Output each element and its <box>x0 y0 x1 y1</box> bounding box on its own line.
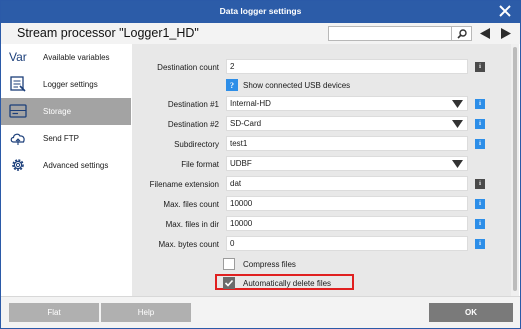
sidebar-item-label: Available variables <box>43 53 110 62</box>
max-files-in-dir-field[interactable]: 10000 <box>226 216 468 231</box>
destination2-select[interactable]: SD-Card <box>226 116 468 131</box>
close-icon[interactable] <box>497 3 513 19</box>
file-format-select[interactable]: UDBF <box>226 156 468 171</box>
chevron-down-icon <box>452 120 463 128</box>
filename-extension-field[interactable]: dat <box>226 176 468 191</box>
max-bytes-count-label: Max. bytes count <box>158 240 219 249</box>
info-icon[interactable]: i <box>475 139 485 149</box>
window-title: Data logger settings <box>219 6 302 16</box>
sidebar: Var Available variables Logger settings … <box>1 44 131 296</box>
info-icon[interactable]: i <box>475 219 485 229</box>
help-icon[interactable]: ? <box>226 79 238 91</box>
subdirectory-label: Subdirectory <box>174 140 219 149</box>
settings-window: Data logger settings Stream processor "L… <box>0 0 521 329</box>
help-button[interactable]: Help <box>101 303 191 322</box>
cloud-upload-icon <box>10 133 25 145</box>
info-icon[interactable]: i <box>475 119 485 129</box>
chevron-down-icon <box>452 160 463 168</box>
sidebar-item-send-ftp[interactable]: Send FTP <box>1 125 131 152</box>
sidebar-item-label: Send FTP <box>43 134 80 143</box>
processor-title: Stream processor "Logger1_HD" <box>17 26 199 40</box>
logger-settings-icon <box>10 76 26 92</box>
max-bytes-count-field[interactable]: 0 <box>226 236 468 251</box>
destination1-value: Internal-HD <box>230 99 271 108</box>
vertical-scrollbar[interactable] <box>511 44 519 296</box>
checkmark-icon <box>224 279 234 287</box>
title-bar: Data logger settings <box>1 1 520 23</box>
sidebar-item-storage[interactable]: Storage <box>1 98 131 125</box>
search-icon <box>457 28 467 39</box>
destination2-label: Destination #2 <box>167 120 219 129</box>
file-format-label: File format <box>181 160 219 169</box>
destination1-label: Destination #1 <box>167 100 219 109</box>
scrollbar-thumb[interactable] <box>513 47 517 291</box>
sidebar-item-label: Storage <box>43 107 72 116</box>
file-format-value: UDBF <box>230 159 252 168</box>
subdirectory-field[interactable]: test1 <box>226 136 468 151</box>
chevron-down-icon <box>452 100 463 108</box>
info-icon[interactable]: i <box>475 239 485 249</box>
info-icon[interactable]: i <box>475 179 485 189</box>
destination1-select[interactable]: Internal-HD <box>226 96 468 111</box>
subdirectory-value: test1 <box>230 139 248 148</box>
forward-arrow-icon[interactable] <box>500 27 512 40</box>
search-button[interactable] <box>451 26 472 41</box>
flat-button[interactable]: Flat <box>9 303 99 322</box>
filename-extension-label: Filename extension <box>149 180 219 189</box>
max-files-count-field[interactable]: 10000 <box>226 196 468 211</box>
sidebar-item-label: Advanced settings <box>43 161 109 170</box>
variables-icon: Var <box>9 50 27 64</box>
max-bytes-count-value: 0 <box>230 239 235 248</box>
info-icon[interactable]: i <box>475 62 485 72</box>
sidebar-item-label: Logger settings <box>43 80 98 89</box>
max-files-in-dir-label: Max. files in dir <box>165 220 219 229</box>
destination-count-value: 2 <box>230 62 235 71</box>
auto-delete-label[interactable]: Automatically delete files <box>243 279 331 288</box>
storage-icon <box>9 104 27 118</box>
gear-icon <box>12 159 24 171</box>
destination2-value: SD-Card <box>230 119 262 128</box>
sidebar-item-advanced-settings[interactable]: Advanced settings <box>1 152 131 179</box>
max-files-count-label: Max. files count <box>163 200 219 209</box>
destination-count-label: Destination count <box>157 63 219 72</box>
back-arrow-icon[interactable] <box>479 27 491 40</box>
footer-bar: Flat Help OK <box>1 296 520 328</box>
ok-button[interactable]: OK <box>429 303 513 322</box>
auto-delete-checkbox[interactable] <box>223 277 235 289</box>
filename-extension-value: dat <box>230 179 242 188</box>
max-files-count-value: 10000 <box>230 199 253 208</box>
compress-files-checkbox[interactable] <box>223 258 235 270</box>
show-usb-devices-label[interactable]: Show connected USB devices <box>243 81 350 90</box>
info-icon[interactable]: i <box>475 199 485 209</box>
sidebar-item-available-variables[interactable]: Var Available variables <box>1 44 131 71</box>
max-files-in-dir-value: 10000 <box>230 219 253 228</box>
info-icon[interactable]: i <box>475 99 485 109</box>
sidebar-item-logger-settings[interactable]: Logger settings <box>1 71 131 98</box>
destination-count-field[interactable]: 2 <box>226 59 468 74</box>
compress-files-label[interactable]: Compress files <box>243 260 296 269</box>
